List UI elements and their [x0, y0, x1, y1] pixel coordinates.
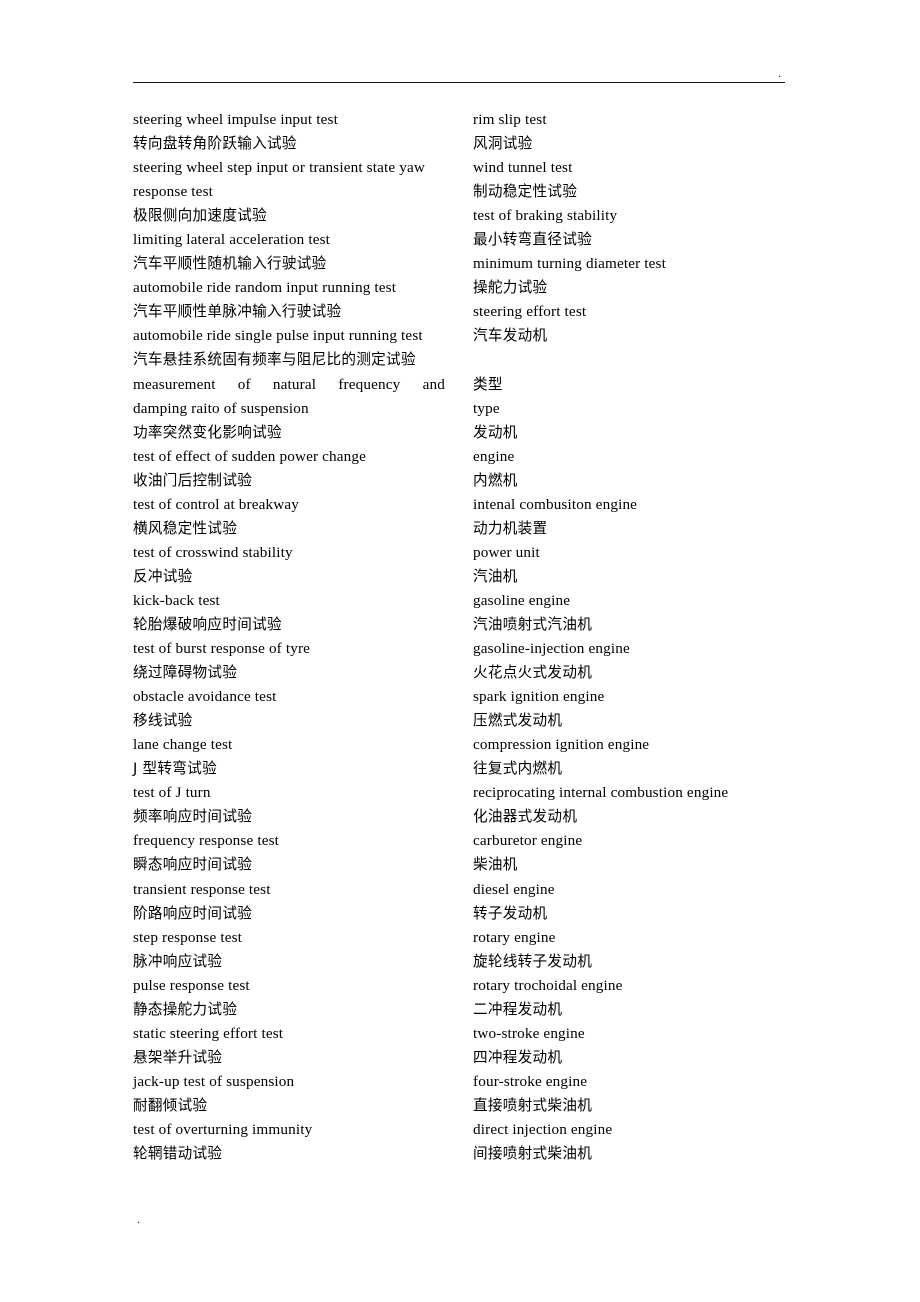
glossary-entry: 最小转弯直径试验 — [473, 231, 593, 249]
glossary-entry: test of effect of sudden power change — [133, 447, 367, 465]
glossary-entry: rim slip test — [473, 111, 547, 128]
glossary-entry: 静态操舵力试验 — [133, 1000, 238, 1018]
justified-word: frequency — [338, 375, 401, 393]
glossary-entry: diesel engine — [473, 880, 555, 898]
glossary-entry: rotary trochoidal engine — [473, 976, 623, 994]
glossary-entry: 反冲试验 — [133, 567, 193, 585]
glossary-entry: test of control at breakway — [133, 495, 300, 513]
glossary-entry: test of burst response of tyre — [133, 640, 311, 658]
glossary-entry: wind tunnel test — [473, 159, 573, 177]
glossary-entry: gasoline-injection engine — [473, 640, 630, 658]
glossary-entry: 横风稳定性试验 — [133, 519, 238, 537]
glossary-entry: test of braking stability — [473, 207, 618, 225]
glossary-entry: 操舵力试验 — [473, 279, 548, 297]
glossary-entry: 轮辋错动试验 — [133, 1145, 223, 1163]
glossary-entry: 汽车平顺性随机输入行驶试验 — [133, 255, 327, 273]
glossary-entry: 内燃机 — [473, 471, 518, 489]
glossary-entry: type — [473, 399, 500, 417]
glossary-entry: reciprocating internal combustion engine — [473, 784, 729, 802]
glossary-entry: 悬架举升试验 — [133, 1048, 223, 1066]
glossary-entry: obstacle avoidance test — [133, 688, 277, 706]
glossary-entry: response test — [133, 183, 214, 201]
glossary-entry: 转向盘转角阶跃输入试验 — [133, 135, 297, 153]
glossary-right-column: rim slip test 风洞试验 wind tunnel test 制动稳定性试验… — [473, 108, 803, 1166]
glossary-entry: 汽油喷射式汽油机 — [473, 615, 593, 633]
glossary-entry: steering effort test — [473, 303, 587, 321]
glossary-entry: automobile ride single pulse input runni… — [133, 327, 423, 345]
glossary-entry: 直接喷射式柴油机 — [473, 1096, 593, 1114]
glossary-entry: static steering effort test — [133, 1024, 284, 1042]
glossary-entry: limiting lateral acceleration test — [133, 231, 331, 249]
glossary-entry: 二冲程发动机 — [473, 1000, 563, 1018]
glossary-entry: steering wheel impulse input test — [133, 111, 338, 128]
glossary-entry: 四冲程发动机 — [473, 1048, 563, 1066]
glossary-entry: 收油门后控制试验 — [133, 471, 253, 489]
glossary-entry: carburetor engine — [473, 832, 583, 850]
glossary-entry: test of crosswind stability — [133, 543, 293, 561]
glossary-entry: 压燃式发动机 — [473, 712, 563, 730]
glossary-entry: lane change test — [133, 736, 233, 754]
glossary-entry: 耐翻倾试验 — [133, 1096, 208, 1114]
justified-word: natural — [272, 375, 317, 393]
glossary-entry: gasoline engine — [473, 591, 571, 609]
glossary-entry: compression ignition engine — [473, 736, 650, 754]
glossary-entry: automobile ride random input running tes… — [133, 279, 397, 297]
glossary-entry: 风洞试验 — [473, 135, 533, 153]
glossary-entry: spark ignition engine — [473, 688, 605, 706]
glossary-entry: 绕过障碍物试验 — [133, 664, 238, 682]
footer-mark: . — [137, 1212, 140, 1226]
glossary-entry: transient response test — [133, 880, 271, 898]
glossary-entry: 火花点火式发动机 — [473, 664, 593, 682]
document-page: . steering wheel impulse input test 转向盘转角… — [0, 0, 920, 1302]
glossary-entry: 间接喷射式柴油机 — [473, 1145, 593, 1163]
glossary-entry: 汽车平顺性单脉冲输入行驶试验 — [133, 303, 342, 321]
glossary-entry: direct injection engine — [473, 1120, 613, 1138]
glossary-entry: 类型 — [473, 375, 503, 393]
header-mark: . — [778, 68, 781, 80]
glossary-entry: 动力机装置 — [473, 519, 548, 537]
header-rule — [133, 82, 785, 83]
glossary-entry: two-stroke engine — [473, 1024, 585, 1042]
glossary-entry: 汽车发动机 — [473, 327, 548, 345]
glossary-entry: 汽油机 — [473, 567, 518, 585]
glossary-entry: jack-up test of suspension — [133, 1072, 295, 1090]
glossary-entry: power unit — [473, 543, 540, 561]
glossary-left-column: steering wheel impulse input test 转向盘转角阶跃… — [133, 108, 445, 1166]
glossary-entry: steering wheel step input or transient s… — [133, 159, 425, 177]
glossary-entry: kick-back test — [133, 591, 220, 609]
glossary-entry: 功率突然变化影响试验 — [133, 423, 282, 441]
page-header: . — [133, 60, 785, 90]
glossary-entry: J 型转弯试验 — [133, 760, 217, 778]
glossary-entry: 极限侧向加速度试验 — [133, 207, 267, 225]
glossary-entry: four-stroke engine — [473, 1072, 588, 1090]
glossary-entry: 往复式内燃机 — [473, 760, 563, 778]
glossary-entry: rotary engine — [473, 928, 556, 946]
justified-word: of — [237, 375, 251, 393]
glossary-entry: measurement of natural frequency and — [133, 373, 445, 397]
glossary-entry: pulse response test — [133, 976, 250, 994]
glossary-entry: 柴油机 — [473, 856, 518, 874]
glossary-entry: 瞬态响应时间试验 — [133, 856, 253, 874]
glossary-entry: 化油器式发动机 — [473, 808, 578, 826]
glossary-entry: frequency response test — [133, 832, 280, 850]
justified-word: and — [422, 375, 445, 393]
glossary-entry: 阶路响应时间试验 — [133, 904, 253, 922]
glossary-entry: 发动机 — [473, 423, 518, 441]
glossary-entry: test of overturning immunity — [133, 1120, 313, 1138]
glossary-entry: test of J turn — [133, 784, 211, 802]
glossary-entry: 旋轮线转子发动机 — [473, 952, 593, 970]
glossary-entry: 脉冲响应试验 — [133, 952, 223, 970]
glossary-entry: damping raito of suspension — [133, 399, 309, 417]
glossary-entry: 汽车悬挂系统固有频率与阻尼比的测定试验 — [133, 351, 416, 369]
glossary-entry: 轮胎爆破响应时间试验 — [133, 615, 282, 633]
glossary-entry: intenal combusiton engine — [473, 495, 638, 513]
glossary-entry: engine — [473, 447, 515, 465]
glossary-entry: minimum turning diameter test — [473, 255, 666, 273]
glossary-entry: 转子发动机 — [473, 904, 548, 922]
justified-word: measurement — [133, 375, 216, 393]
glossary-entry: 频率响应时间试验 — [133, 808, 253, 826]
glossary-entry: 制动稳定性试验 — [473, 183, 578, 201]
glossary-entry: 移线试验 — [133, 712, 193, 730]
glossary-entry: step response test — [133, 928, 243, 946]
